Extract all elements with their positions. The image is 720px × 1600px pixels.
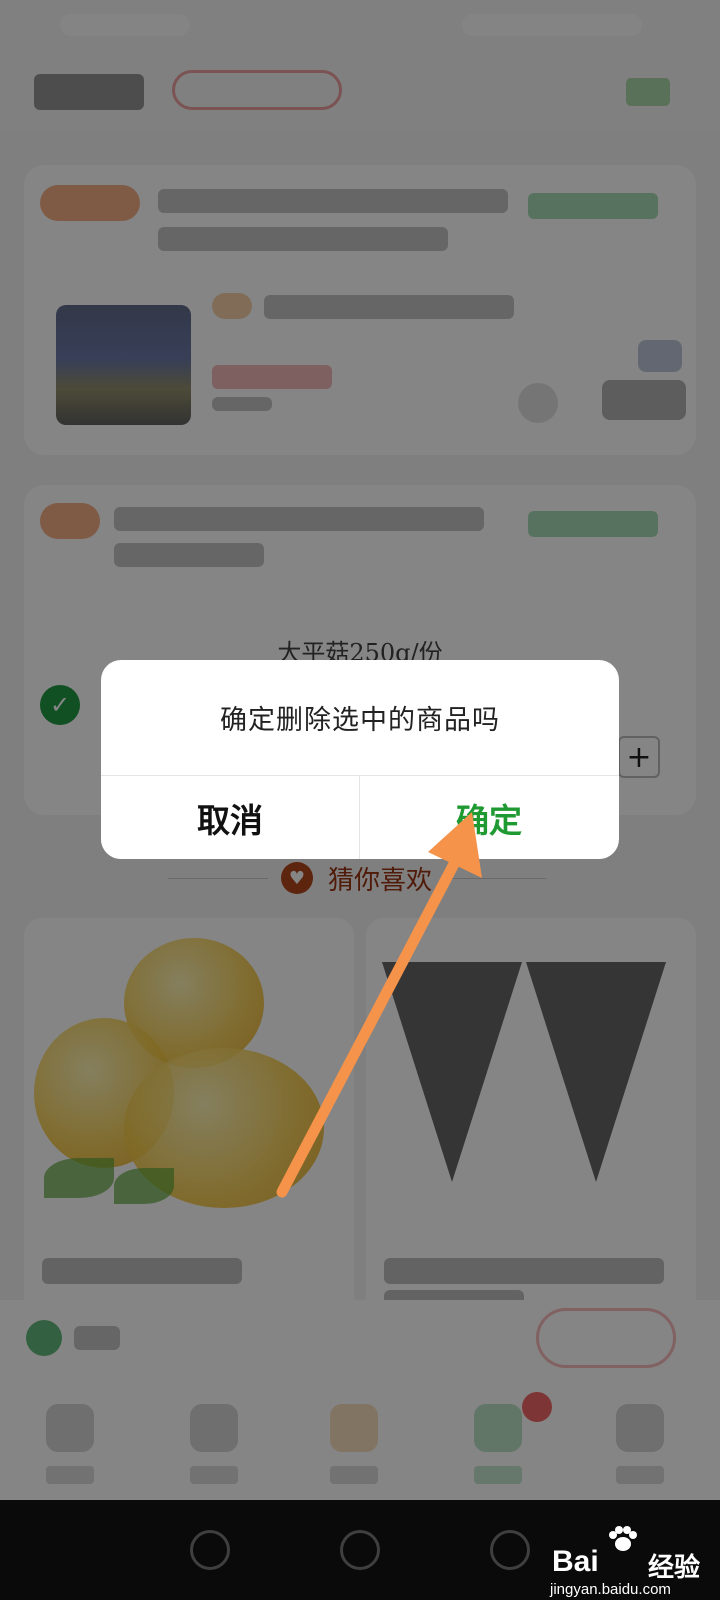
- watermark-brand: Bai: [552, 1545, 599, 1578]
- watermark-brand-suffix: 经验: [648, 1553, 701, 1583]
- delete-confirm-dialog: 确定删除选中的商品吗 取消 确定: [101, 660, 619, 859]
- cancel-button[interactable]: 取消: [101, 776, 359, 859]
- back-icon[interactable]: [190, 1530, 230, 1570]
- recents-icon[interactable]: [490, 1530, 530, 1570]
- dialog-message: 确定删除选中的商品吗: [220, 705, 500, 736]
- baidu-jingyan-watermark: Bai 经验 jingyan.baidu.com: [548, 1525, 708, 1598]
- watermark-url: jingyan.baidu.com: [550, 1581, 671, 1598]
- confirm-button[interactable]: 确定: [360, 776, 618, 859]
- home-icon[interactable]: [340, 1530, 380, 1570]
- baidu-paw-icon: [609, 1526, 637, 1551]
